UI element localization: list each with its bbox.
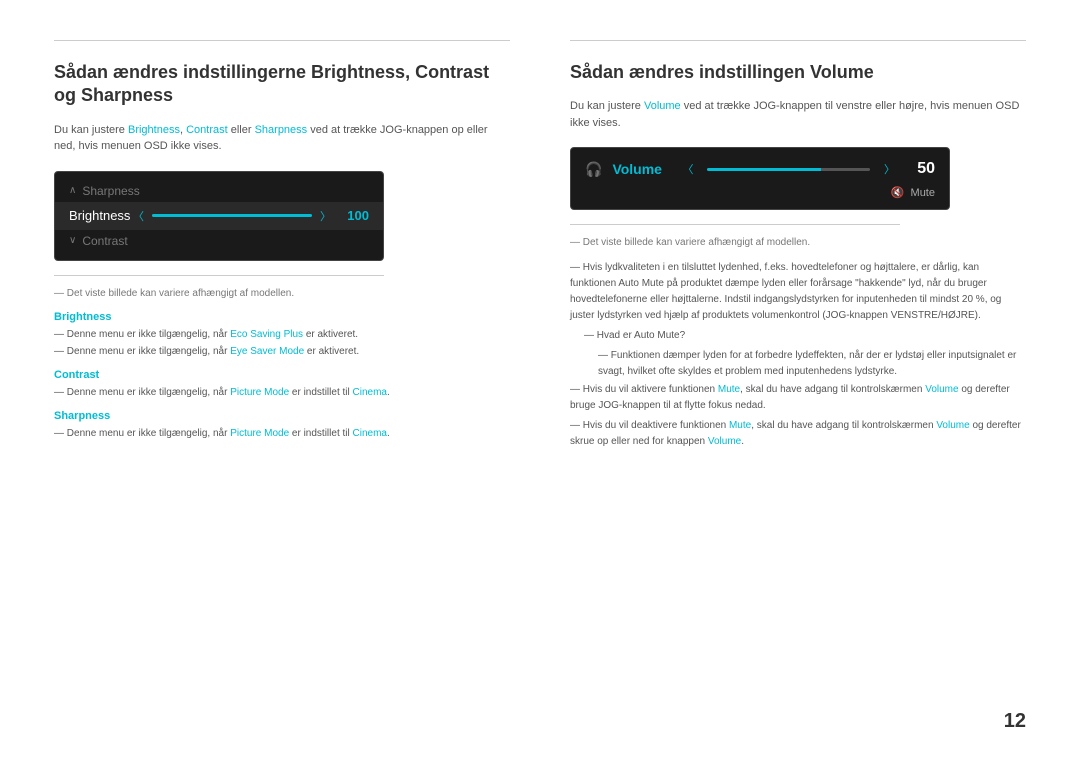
- brightness-label: Brightness: [69, 208, 133, 223]
- right-note-1: Hvis lydkvaliteten i en tilsluttet lyden…: [570, 260, 1026, 324]
- right-divider: [570, 224, 900, 225]
- volume-left-arrow: 〈: [682, 161, 693, 177]
- sharpness-note-1: Denne menu er ikke tilgængelig, når Pict…: [54, 426, 510, 441]
- volume-slider: [707, 168, 870, 171]
- contrast-section-title: Contrast: [54, 369, 510, 381]
- auto-mute-question: — Hvad er Auto Mute?: [570, 328, 1026, 344]
- sharpness-label: Sharpness: [82, 184, 139, 198]
- left-section: Sådan ændres indstillingerne Brightness,…: [54, 40, 510, 723]
- osd-sharpness-row: ∧ Sharpness: [55, 180, 383, 202]
- brightness-note-1: Denne menu er ikke tilgængelig, når Eco …: [54, 327, 510, 342]
- divider: [54, 275, 384, 276]
- right-model-note: Det viste billede kan variere afhængigt …: [570, 237, 1026, 248]
- brightness-note-2: Denne menu er ikke tilgængelig, når Eye …: [54, 344, 510, 359]
- chevron-up-icon: ∧: [69, 185, 76, 196]
- right-note-deactivate: Hvis du vil deaktivere funktionen Mute, …: [570, 418, 1026, 450]
- brightness-slider: [152, 214, 312, 217]
- volume-label: Volume: [612, 161, 672, 177]
- contrast-note-1: Denne menu er ikke tilgængelig, når Pict…: [54, 385, 510, 400]
- right-note-activate: Hvis du vil aktivere funktionen Mute, sk…: [570, 382, 1026, 414]
- mute-icon: 🔇: [891, 186, 905, 199]
- volume-icon: 🎧: [585, 161, 602, 178]
- volume-value: 50: [905, 160, 935, 178]
- sharpness-section-title: Sharpness: [54, 410, 510, 422]
- volume-right-arrow: 〉: [884, 161, 895, 177]
- volume-row: 🎧 Volume 〈 〉 50: [585, 156, 935, 182]
- slider-right-arrow: 〉: [320, 208, 331, 224]
- right-section: Sådan ændres indstillingen Volume Du kan…: [570, 40, 1026, 723]
- brightness-slider-container: 〈 〉 100: [133, 208, 369, 224]
- contrast-label: Contrast: [82, 234, 127, 248]
- page: Sådan ændres indstillingerne Brightness,…: [0, 0, 1080, 763]
- volume-highlight: Volume: [644, 100, 681, 112]
- osd-contrast-row: ∨ Contrast: [55, 230, 383, 252]
- brightness-value: 100: [339, 208, 369, 223]
- right-intro: Du kan justere Volume ved at trække JOG-…: [570, 98, 1026, 131]
- osd-brightness-row: Brightness 〈 〉 100: [55, 202, 383, 230]
- slider-left-arrow: 〈: [133, 208, 144, 224]
- sharpness-highlight: Sharpness: [255, 124, 308, 136]
- contrast-highlight: Contrast: [186, 124, 228, 136]
- auto-mute-desc: Funktionen dæmper lyden for at forbedre …: [570, 348, 1026, 380]
- content-area: Sådan ændres indstillingerne Brightness,…: [54, 40, 1026, 723]
- mute-label: Mute: [911, 187, 935, 199]
- right-title: Sådan ændres indstillingen Volume: [570, 61, 1026, 84]
- brightness-section-title: Brightness: [54, 311, 510, 323]
- chevron-down-icon: ∨: [69, 235, 76, 246]
- osd-widget: ∧ Sharpness Brightness 〈 〉 100 ∨: [54, 171, 384, 261]
- left-title: Sådan ændres indstillingerne Brightness,…: [54, 61, 510, 108]
- model-note: Det viste billede kan variere afhængigt …: [54, 288, 510, 299]
- left-intro: Du kan justere Brightness, Contrast elle…: [54, 122, 510, 155]
- brightness-highlight: Brightness: [128, 124, 180, 136]
- mute-row: 🔇 Mute: [585, 184, 935, 201]
- volume-widget: 🎧 Volume 〈 〉 50 🔇 Mute: [570, 147, 950, 210]
- page-number: 12: [1004, 710, 1026, 733]
